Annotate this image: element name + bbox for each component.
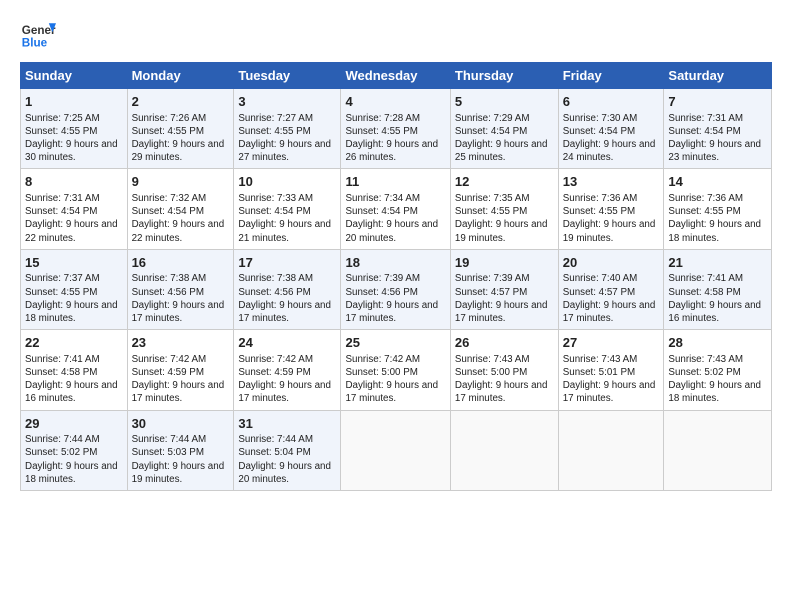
- table-cell: 21Sunrise: 7:41 AMSunset: 4:58 PMDayligh…: [664, 249, 772, 329]
- table-cell: 30Sunrise: 7:44 AMSunset: 5:03 PMDayligh…: [127, 410, 234, 490]
- table-row: 15Sunrise: 7:37 AMSunset: 4:55 PMDayligh…: [21, 249, 772, 329]
- table-cell: 25Sunrise: 7:42 AMSunset: 5:00 PMDayligh…: [341, 330, 450, 410]
- day-number: 11: [345, 173, 445, 191]
- table-cell: 23Sunrise: 7:42 AMSunset: 4:59 PMDayligh…: [127, 330, 234, 410]
- header-row: Sunday Monday Tuesday Wednesday Thursday…: [21, 63, 772, 89]
- table-cell: 10Sunrise: 7:33 AMSunset: 4:54 PMDayligh…: [234, 169, 341, 249]
- table-cell: 17Sunrise: 7:38 AMSunset: 4:56 PMDayligh…: [234, 249, 341, 329]
- table-row: 22Sunrise: 7:41 AMSunset: 4:58 PMDayligh…: [21, 330, 772, 410]
- logo-icon: General Blue: [20, 16, 56, 52]
- day-number: 26: [455, 334, 554, 352]
- table-cell: 1Sunrise: 7:25 AMSunset: 4:55 PMDaylight…: [21, 89, 128, 169]
- table-cell: 15Sunrise: 7:37 AMSunset: 4:55 PMDayligh…: [21, 249, 128, 329]
- day-number: 5: [455, 93, 554, 111]
- table-cell: 7Sunrise: 7:31 AMSunset: 4:54 PMDaylight…: [664, 89, 772, 169]
- table-cell: 24Sunrise: 7:42 AMSunset: 4:59 PMDayligh…: [234, 330, 341, 410]
- day-number: 22: [25, 334, 123, 352]
- table-cell: 2Sunrise: 7:26 AMSunset: 4:55 PMDaylight…: [127, 89, 234, 169]
- day-number: 1: [25, 93, 123, 111]
- day-number: 25: [345, 334, 445, 352]
- table-cell: 11Sunrise: 7:34 AMSunset: 4:54 PMDayligh…: [341, 169, 450, 249]
- col-monday: Monday: [127, 63, 234, 89]
- day-number: 30: [132, 415, 230, 433]
- day-number: 20: [563, 254, 660, 272]
- table-cell: 16Sunrise: 7:38 AMSunset: 4:56 PMDayligh…: [127, 249, 234, 329]
- col-saturday: Saturday: [664, 63, 772, 89]
- table-cell: [558, 410, 664, 490]
- table-cell: [341, 410, 450, 490]
- table-cell: [450, 410, 558, 490]
- table-row: 29Sunrise: 7:44 AMSunset: 5:02 PMDayligh…: [21, 410, 772, 490]
- day-number: 10: [238, 173, 336, 191]
- day-number: 3: [238, 93, 336, 111]
- table-row: 8Sunrise: 7:31 AMSunset: 4:54 PMDaylight…: [21, 169, 772, 249]
- day-number: 27: [563, 334, 660, 352]
- day-number: 17: [238, 254, 336, 272]
- day-number: 24: [238, 334, 336, 352]
- table-cell: 6Sunrise: 7:30 AMSunset: 4:54 PMDaylight…: [558, 89, 664, 169]
- table-cell: 8Sunrise: 7:31 AMSunset: 4:54 PMDaylight…: [21, 169, 128, 249]
- table-cell: 22Sunrise: 7:41 AMSunset: 4:58 PMDayligh…: [21, 330, 128, 410]
- table-cell: 3Sunrise: 7:27 AMSunset: 4:55 PMDaylight…: [234, 89, 341, 169]
- table-cell: 31Sunrise: 7:44 AMSunset: 5:04 PMDayligh…: [234, 410, 341, 490]
- calendar-table: Sunday Monday Tuesday Wednesday Thursday…: [20, 62, 772, 491]
- day-number: 28: [668, 334, 767, 352]
- day-number: 23: [132, 334, 230, 352]
- day-number: 29: [25, 415, 123, 433]
- table-cell: 20Sunrise: 7:40 AMSunset: 4:57 PMDayligh…: [558, 249, 664, 329]
- table-cell: 12Sunrise: 7:35 AMSunset: 4:55 PMDayligh…: [450, 169, 558, 249]
- day-number: 15: [25, 254, 123, 272]
- col-sunday: Sunday: [21, 63, 128, 89]
- day-number: 7: [668, 93, 767, 111]
- table-cell: 28Sunrise: 7:43 AMSunset: 5:02 PMDayligh…: [664, 330, 772, 410]
- day-number: 19: [455, 254, 554, 272]
- day-number: 31: [238, 415, 336, 433]
- calendar-body: 1Sunrise: 7:25 AMSunset: 4:55 PMDaylight…: [21, 89, 772, 491]
- table-cell: 13Sunrise: 7:36 AMSunset: 4:55 PMDayligh…: [558, 169, 664, 249]
- col-friday: Friday: [558, 63, 664, 89]
- header: General Blue: [20, 16, 772, 52]
- day-number: 9: [132, 173, 230, 191]
- table-cell: 9Sunrise: 7:32 AMSunset: 4:54 PMDaylight…: [127, 169, 234, 249]
- day-number: 4: [345, 93, 445, 111]
- day-number: 18: [345, 254, 445, 272]
- table-cell: 19Sunrise: 7:39 AMSunset: 4:57 PMDayligh…: [450, 249, 558, 329]
- logo: General Blue: [20, 16, 56, 52]
- table-cell: 14Sunrise: 7:36 AMSunset: 4:55 PMDayligh…: [664, 169, 772, 249]
- table-cell: 18Sunrise: 7:39 AMSunset: 4:56 PMDayligh…: [341, 249, 450, 329]
- col-thursday: Thursday: [450, 63, 558, 89]
- day-number: 13: [563, 173, 660, 191]
- col-wednesday: Wednesday: [341, 63, 450, 89]
- day-number: 6: [563, 93, 660, 111]
- day-number: 16: [132, 254, 230, 272]
- table-cell: 27Sunrise: 7:43 AMSunset: 5:01 PMDayligh…: [558, 330, 664, 410]
- day-number: 2: [132, 93, 230, 111]
- table-cell: 29Sunrise: 7:44 AMSunset: 5:02 PMDayligh…: [21, 410, 128, 490]
- page: General Blue Sunday Monday Tuesday Wedne…: [0, 0, 792, 612]
- table-cell: 26Sunrise: 7:43 AMSunset: 5:00 PMDayligh…: [450, 330, 558, 410]
- svg-text:Blue: Blue: [22, 37, 48, 50]
- day-number: 14: [668, 173, 767, 191]
- day-number: 8: [25, 173, 123, 191]
- table-row: 1Sunrise: 7:25 AMSunset: 4:55 PMDaylight…: [21, 89, 772, 169]
- table-cell: [664, 410, 772, 490]
- day-number: 12: [455, 173, 554, 191]
- day-number: 21: [668, 254, 767, 272]
- table-cell: 4Sunrise: 7:28 AMSunset: 4:55 PMDaylight…: [341, 89, 450, 169]
- col-tuesday: Tuesday: [234, 63, 341, 89]
- table-cell: 5Sunrise: 7:29 AMSunset: 4:54 PMDaylight…: [450, 89, 558, 169]
